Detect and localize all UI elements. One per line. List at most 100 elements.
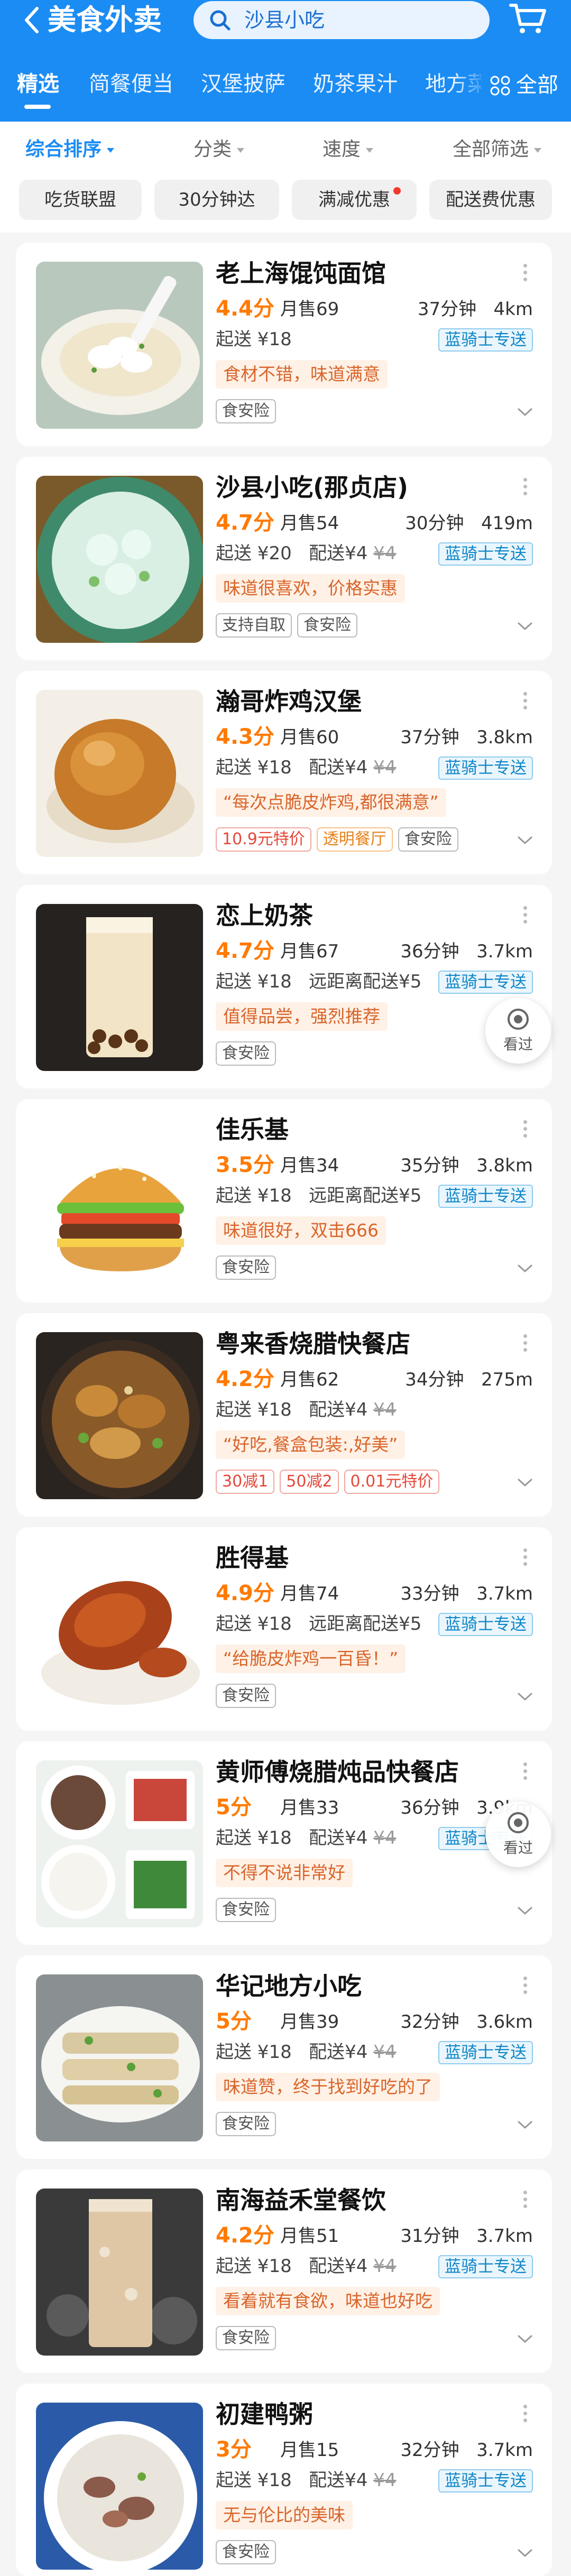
store-sales: 月售54 <box>280 513 339 534</box>
delivery-info: 起送 ¥20 配送¥4 ¥4 <box>216 541 396 566</box>
store-thumbnail[interactable] <box>36 476 203 643</box>
store-tags: 10.9元特价 透明餐厅 食安险 <box>216 827 464 852</box>
store-tags: 食安险 <box>216 399 281 423</box>
chevron-down-icon[interactable] <box>517 836 533 845</box>
store-name: 南海益禾堂餐饮 <box>216 2186 386 2214</box>
store-card[interactable]: 华记地方小吃 5分 月售39 32分钟 3.6km 起送 ¥18 配送¥4 ¥4 蓝骑士专… <box>16 1955 552 2159</box>
store-card[interactable]: 沙县小吃(那贞店) 4.7分 月售54 30分钟 419m 起送 ¥20 配送¥4 ¥4… <box>16 457 552 660</box>
store-card[interactable]: 粤来香烧腊快餐店 4.2分 月售62 34分钟 275m 起送 ¥18 配送¥4 ¥4 “… <box>16 1313 552 1517</box>
store-thumbnail[interactable] <box>36 1974 203 2141</box>
more-icon[interactable] <box>523 692 528 713</box>
store-stats: 3.5分 月售34 35分钟 3.8km <box>216 1152 533 1178</box>
store-thumbnail[interactable] <box>36 262 203 429</box>
delivery-time: 32分钟 <box>400 2440 459 2461</box>
tab-jiancan[interactable]: 简餐便当 <box>89 71 173 97</box>
store-card[interactable]: 初建鸭粥 3分 月售15 32分钟 3.7km 起送 ¥18 配送¥4 ¥4 蓝骑士专送无… <box>16 2384 552 2576</box>
store-score: 4.9分 <box>216 1581 274 1605</box>
store-card[interactable]: 瀚哥炸鸡汉堡 4.3分 月售60 37分钟 3.8km 起送 ¥18 配送¥4 ¥4 蓝骑… <box>16 671 552 874</box>
chevron-down-icon[interactable] <box>517 1264 533 1273</box>
chevron-down-icon[interactable] <box>517 1478 533 1488</box>
delivery-info: 起送 ¥18 配送¥4 ¥4 <box>216 2254 396 2278</box>
store-review: 味道赞，终于找到好吃的了 <box>216 2073 440 2101</box>
store-card[interactable]: 老上海馄饨面馆 4.4分 月售69 37分钟 4km 起送 ¥18 蓝骑士专送 食材不错，味… <box>16 243 552 446</box>
store-sales: 月售74 <box>280 1583 339 1604</box>
more-icon[interactable] <box>523 1120 528 1141</box>
min-order: 起送 ¥18 <box>216 1827 292 1849</box>
all-categories-button[interactable]: 全部 <box>481 71 571 100</box>
history-float-button-2[interactable]: 看过 <box>485 1802 551 1867</box>
more-icon[interactable] <box>523 1762 528 1784</box>
delivery-fee: 配送¥4 <box>309 543 368 564</box>
rider-badge: 蓝骑士专送 <box>438 2041 533 2064</box>
store-card[interactable]: 黄师傅烧腊炖品快餐店5分月售3336分钟 3.9km起送 ¥18 配送¥4 ¥4… <box>16 1741 552 1945</box>
store-card[interactable]: 胜得基 4.9分 月售74 33分钟 3.7km 起送 ¥18 远距离配送¥5 蓝骑士专送… <box>16 1527 552 1731</box>
store-card[interactable]: 南海益禾堂餐饮 4.2分 月售51 31分钟 3.7km 起送 ¥18 配送¥4 ¥4 蓝… <box>16 2169 552 2373</box>
back-button[interactable] <box>20 4 43 36</box>
store-thumbnail[interactable] <box>36 2403 203 2570</box>
sort-speed[interactable]: 速度 <box>323 137 374 162</box>
chevron-down-icon[interactable] <box>517 1692 533 1702</box>
food-photo <box>36 1118 203 1285</box>
tab-hanbao[interactable]: 汉堡披萨 <box>201 71 286 97</box>
chevron-down-icon[interactable] <box>517 2120 533 2130</box>
store-thumbnail[interactable] <box>36 1546 203 1713</box>
store-delivery: 起送 ¥18 配送¥4 ¥4 蓝骑士专送 <box>216 2254 533 2280</box>
store-sales: 月售34 <box>280 1155 339 1176</box>
store-thumbnail[interactable] <box>36 1332 203 1499</box>
delivery-fee: 远距离配送¥5 <box>309 971 422 992</box>
store-card[interactable]: 恋上奶茶 4.7分 月售67 36分钟 3.7km 起送 ¥18 远距离配送¥5 蓝骑士专… <box>16 885 552 1088</box>
min-order: 起送 ¥18 <box>216 1399 292 1420</box>
store-card[interactable]: 佳乐基 3.5分 月售34 35分钟 3.8km 起送 ¥18 远距离配送¥5 蓝骑士专送… <box>16 1099 552 1303</box>
search-input[interactable]: 沙县小吃 <box>194 1 490 39</box>
store-sales: 月售60 <box>280 727 339 748</box>
more-icon[interactable] <box>523 2191 528 2212</box>
store-tag: 食安险 <box>216 1255 276 1280</box>
more-icon[interactable] <box>523 264 528 285</box>
store-thumbnail[interactable] <box>36 2189 203 2356</box>
chip-30min[interactable]: 30分钟达 <box>154 180 279 220</box>
sort-default[interactable]: 综合排序 <box>25 137 115 162</box>
delivery-fee: 配送¥4 <box>309 2256 368 2277</box>
distance: 3.7km <box>476 1583 533 1604</box>
store-time-distance: 32分钟 3.7km <box>400 2439 533 2462</box>
store-stats: 4.2分 月售51 31分钟 3.7km <box>216 2222 533 2249</box>
sort-all-filters[interactable]: 全部筛选 <box>453 137 542 162</box>
more-icon[interactable] <box>523 478 528 499</box>
chip-manjian[interactable]: 满减优惠 <box>292 180 417 220</box>
cart-icon[interactable] <box>508 0 548 37</box>
delivery-time: 30分钟 <box>405 513 464 534</box>
rider-badge: 蓝骑士专送 <box>438 542 533 566</box>
store-name: 恋上奶茶 <box>216 901 313 930</box>
tab-jingxuan[interactable]: 精选 <box>17 71 59 97</box>
chevron-down-icon[interactable] <box>517 408 533 417</box>
store-score: 4.7分 <box>216 939 274 963</box>
store-tags: 食安险 <box>216 1041 281 1066</box>
tab-naicha[interactable]: 奶茶果汁 <box>313 71 398 97</box>
food-photo <box>36 1332 203 1499</box>
delivery-info: 起送 ¥18 配送¥4 ¥4 <box>216 755 396 780</box>
store-name: 沙县小吃(那贞店) <box>216 473 409 502</box>
caret-down-icon <box>107 147 115 153</box>
more-icon[interactable] <box>523 906 528 927</box>
store-thumbnail[interactable] <box>36 904 203 1071</box>
distance: 3.7km <box>476 941 533 962</box>
store-thumbnail[interactable] <box>36 690 203 857</box>
chevron-down-icon[interactable] <box>517 2549 533 2558</box>
store-time-distance: 36分钟 3.7km <box>400 940 533 963</box>
store-score: 3.5分 <box>216 1153 274 1177</box>
more-icon[interactable] <box>523 2405 528 2426</box>
more-icon[interactable] <box>523 1548 528 1569</box>
sort-category[interactable]: 分类 <box>194 137 245 162</box>
store-tags: 食安险 <box>216 2112 281 2136</box>
chevron-down-icon[interactable] <box>517 2334 533 2344</box>
store-thumbnail[interactable] <box>36 1760 203 1927</box>
store-thumbnail[interactable] <box>36 1118 203 1285</box>
more-icon[interactable] <box>523 1334 528 1355</box>
chevron-down-icon[interactable] <box>517 1906 533 1916</box>
history-float-button[interactable]: 看过 <box>485 998 551 1064</box>
chip-chihuo[interactable]: 吃货联盟 <box>19 180 142 220</box>
delivery-info: 起送 ¥18 远距离配送¥5 <box>216 1612 421 1636</box>
chevron-down-icon[interactable] <box>517 622 533 631</box>
more-icon[interactable] <box>523 1977 528 1998</box>
chip-peisong[interactable]: 配送费优惠 <box>429 180 552 220</box>
